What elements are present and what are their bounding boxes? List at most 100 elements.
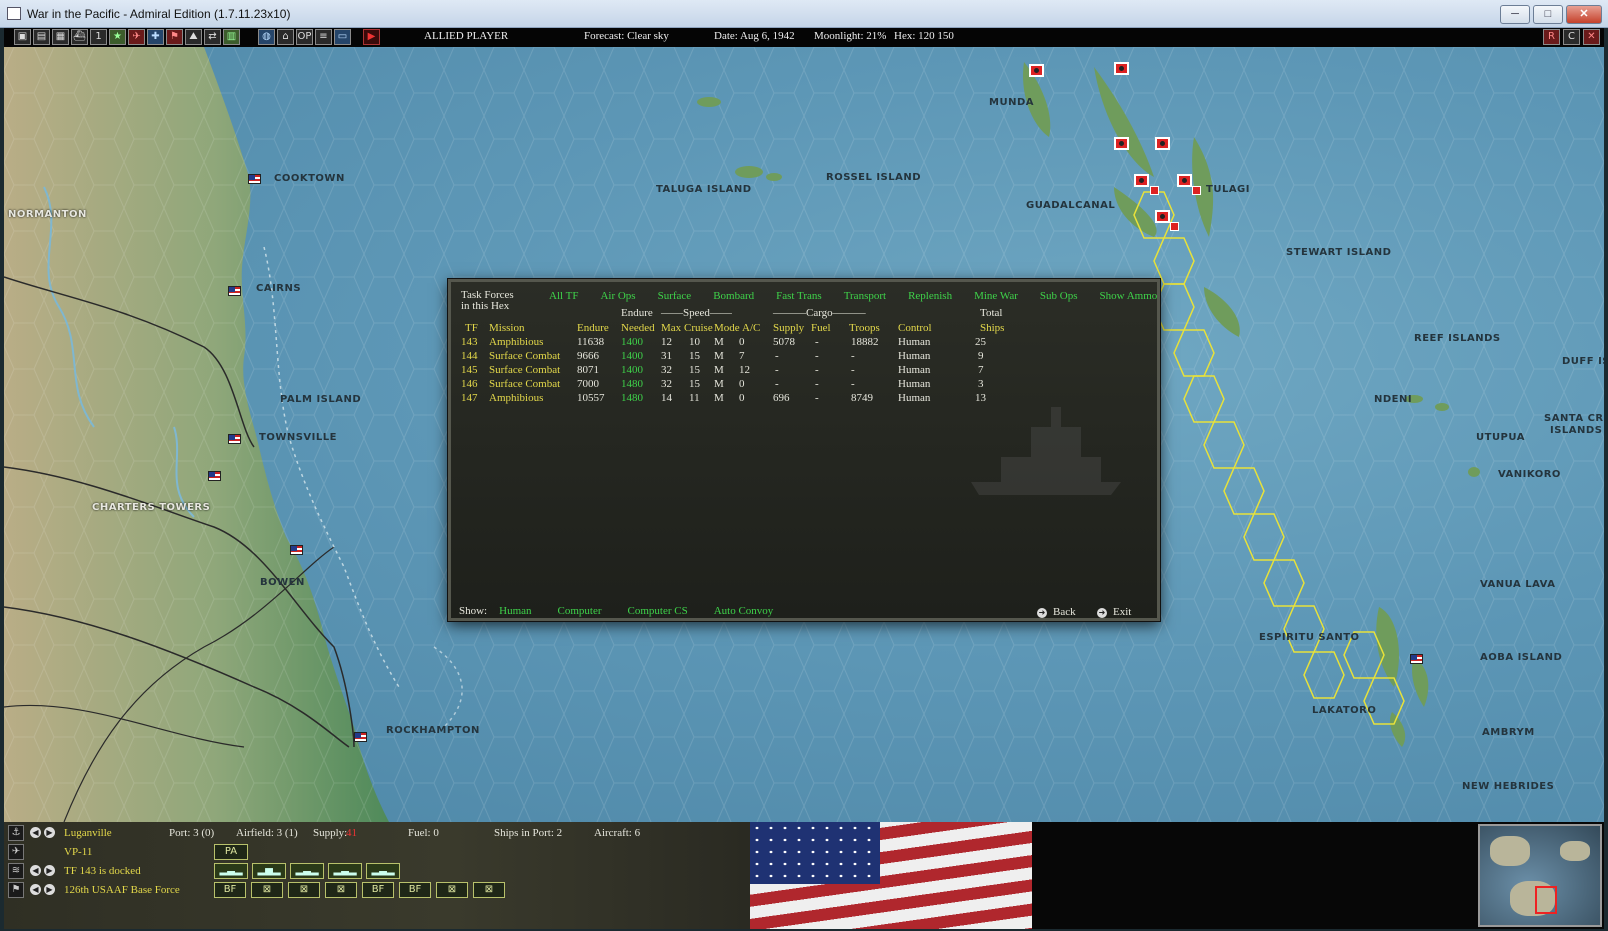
star-icon[interactable]: ★ [109,29,126,45]
col-header-fuel[interactable]: Fuel [811,322,831,334]
show-auto-convoy-option[interactable]: Auto Convoy [714,605,774,617]
japanese-unit-icon[interactable] [1029,64,1044,77]
table-row[interactable]: 147 Amphibious 10557 1480 14 11 M 0 696 … [451,392,1157,406]
col-header-supply[interactable]: Supply [773,322,804,334]
maximize-button[interactable]: □ [1533,5,1563,24]
base-force-icon[interactable]: BF [214,882,246,898]
save-icon[interactable]: ⌂ [277,29,294,45]
tab-fast-trans[interactable]: Fast Trans [776,290,822,302]
prev-arrow-icon[interactable]: ◀ [30,884,41,895]
minimap[interactable] [1478,824,1602,927]
allied-base-flag-icon[interactable] [228,434,241,444]
infantry-icon[interactable]: ⊠ [325,882,357,898]
allied-base-flag-icon[interactable] [354,732,367,742]
base-name[interactable]: Luganville [64,827,112,839]
table-row[interactable]: 143 Amphibious 11638 1400 12 10 M 0 5078… [451,336,1157,350]
land-icon[interactable]: ⛰ [185,29,202,45]
ship-icon[interactable]: ▂▅▂ [252,863,286,879]
show-computer-cs-option[interactable]: Computer CS [628,605,688,617]
japanese-unit-icon[interactable] [1177,174,1192,187]
tf-number[interactable]: 144 [461,350,478,362]
infantry-icon[interactable]: ⊠ [436,882,468,898]
japanese-base-icon[interactable] [1150,186,1159,195]
tf-mission[interactable]: Surface Combat [489,378,560,390]
tf-number[interactable]: 143 [461,336,478,348]
allied-base-flag-icon[interactable] [1410,654,1423,664]
play-icon[interactable]: ▶ [363,29,380,45]
allied-base-flag-icon[interactable] [208,471,221,481]
groups-icon[interactable]: ⛴ [71,29,88,45]
prev-arrow-icon[interactable]: ◀ [30,865,41,876]
exit-button[interactable]: ➜ Exit [1097,606,1131,618]
allied-base-flag-icon[interactable] [248,174,261,184]
col-header-troops[interactable]: Troops [849,322,880,334]
replay-icon[interactable]: R [1543,29,1560,45]
japanese-unit-icon[interactable] [1155,210,1170,223]
show-human-option[interactable]: Human [499,605,531,617]
col-header-ships[interactable]: Ships [980,322,1004,334]
japanese-unit-icon[interactable] [1114,137,1129,150]
tab-bombard[interactable]: Bombard [713,290,754,302]
op-icon[interactable]: OP [296,29,313,45]
plane-icon[interactable]: ✈ [8,844,24,860]
col-header-mission[interactable]: Mission [489,322,524,334]
col-header-tf[interactable]: TF [465,322,478,334]
ships-icon[interactable]: ≋ [8,863,24,879]
report-icon[interactable]: ▣ [14,29,31,45]
tf-control[interactable]: Human [898,350,930,362]
tf-control[interactable]: Human [898,392,930,404]
view-icon[interactable]: ▭ [334,29,351,45]
tf-mission[interactable]: Amphibious [489,336,543,348]
tf-mission[interactable]: Surface Combat [489,364,560,376]
minimap-viewport[interactable] [1535,886,1557,914]
tab-surface[interactable]: Surface [658,290,692,302]
patrol-aircraft-icon[interactable]: PA [214,844,248,860]
tf-mission[interactable]: Amphibious [489,392,543,404]
infantry-icon[interactable]: ⊠ [251,882,283,898]
tf-number[interactable]: 147 [461,392,478,404]
tf-control[interactable]: Human [898,378,930,390]
next-arrow-icon[interactable]: ▶ [44,827,55,838]
ship-icon[interactable]: ▂▃▂ [366,863,400,879]
table-row[interactable]: 144 Surface Combat 9666 1400 31 15 M 7 -… [451,350,1157,364]
col-header-ac[interactable]: A/C [742,322,760,334]
table-row[interactable]: 145 Surface Combat 8071 1400 32 15 M 12 … [451,364,1157,378]
col-header-mode[interactable]: Mode [714,322,740,334]
tab-all-tf[interactable]: All TF [549,290,578,302]
tf-status[interactable]: TF 143 is docked [64,865,141,877]
tf-control[interactable]: Human [898,364,930,376]
japanese-unit-icon[interactable] [1114,62,1129,75]
move-icon[interactable]: ⇄ [204,29,221,45]
minimize-button[interactable]: ─ [1500,5,1530,24]
col-header-endure[interactable]: Endure [577,322,609,334]
col-header-cruise[interactable]: Cruise [684,322,713,334]
japanese-unit-icon[interactable] [1155,137,1170,150]
japanese-base-icon[interactable] [1170,222,1179,231]
col-header-control[interactable]: Control [898,322,932,334]
next-arrow-icon[interactable]: ▶ [44,884,55,895]
prev-arrow-icon[interactable]: ◀ [30,827,41,838]
ship-icon[interactable]: ▂▃▂ [214,863,248,879]
menu-icon[interactable]: ≡ [315,29,332,45]
tf-number[interactable]: 145 [461,364,478,376]
ship-icon[interactable]: ▂▃▂ [290,863,324,879]
back-button[interactable]: ➜ Back [1037,606,1076,618]
globe-icon[interactable]: ◍ [258,29,275,45]
anchor-icon[interactable]: ⚓ [8,825,24,841]
tf-number[interactable]: 146 [461,378,478,390]
base-icon[interactable]: ▥ [223,29,240,45]
tf-mission[interactable]: Surface Combat [489,350,560,362]
tab-show-ammo[interactable]: Show Ammo [1100,290,1158,302]
japanese-unit-icon[interactable] [1134,174,1149,187]
ships-icon[interactable]: ▦ [52,29,69,45]
next-arrow-icon[interactable]: ▶ [44,865,55,876]
infantry-icon[interactable]: ⊠ [288,882,320,898]
air-icon[interactable]: ✚ [147,29,164,45]
allied-base-flag-icon[interactable] [228,286,241,296]
ship-icon[interactable]: ▂▃▂ [328,863,362,879]
base-force-icon[interactable]: BF [399,882,431,898]
base-force-icon[interactable]: BF [362,882,394,898]
col-header-needed[interactable]: Needed [621,322,655,334]
tf-control[interactable]: Human [898,336,930,348]
tab-replenish[interactable]: Replenish [908,290,952,302]
